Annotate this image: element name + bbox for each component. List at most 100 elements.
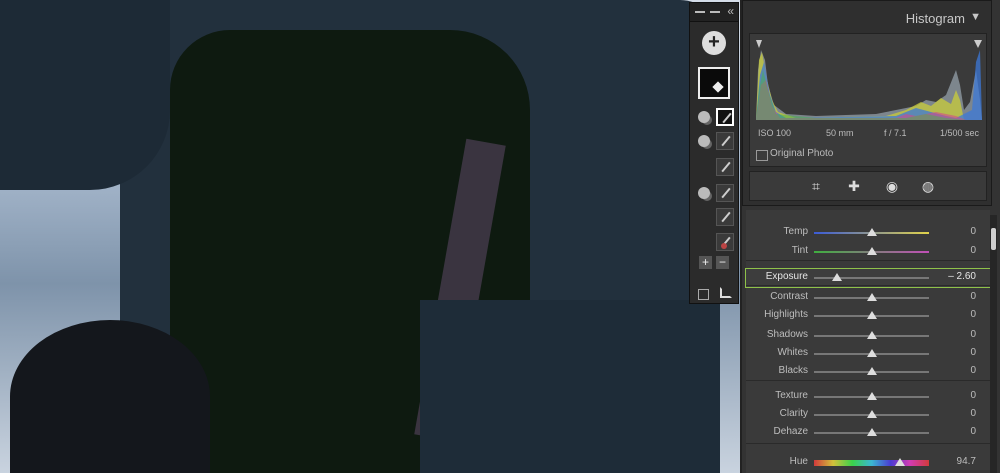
contrast-thumb[interactable]: [866, 293, 877, 301]
mask-thumbnail[interactable]: [698, 67, 730, 99]
slider-hue[interactable]: Hue 94.7: [746, 454, 990, 472]
mask-overlay-icon: [698, 135, 710, 147]
brush-icon[interactable]: [716, 132, 734, 150]
texture-value[interactable]: 0: [926, 390, 976, 401]
add-mask-component-button[interactable]: +: [699, 256, 712, 269]
temp-thumb[interactable]: [866, 228, 877, 236]
add-mask-button[interactable]: +: [702, 31, 726, 55]
highlights-value[interactable]: 0: [926, 309, 976, 320]
crop-icon[interactable]: ⌗: [808, 178, 824, 194]
mask-panel-header: «: [690, 3, 738, 22]
slider-temp[interactable]: Temp 0: [746, 224, 990, 242]
subtract-mask-component-button[interactable]: −: [716, 256, 729, 269]
slider-whites[interactable]: Whites 0: [746, 345, 990, 363]
tool-strip: ⌗ ✚ ◉ ◍: [749, 171, 987, 201]
histogram-magenta: [756, 80, 966, 120]
dehaze-value[interactable]: 0: [926, 426, 976, 437]
highlights-label: Highlights: [764, 309, 808, 320]
hue-track[interactable]: [814, 460, 929, 466]
shadows-thumb[interactable]: [866, 331, 877, 339]
clarity-thumb[interactable]: [866, 410, 877, 418]
exposure-thumb[interactable]: [832, 273, 842, 281]
texture-thumb[interactable]: [866, 392, 877, 400]
masking-icon[interactable]: ◍: [920, 178, 936, 194]
blacks-thumb[interactable]: [866, 367, 877, 375]
develop-panel: Histogram ▼ ISO 100 50 mm f / 7.1 1/500 …: [740, 0, 1000, 473]
blacks-value[interactable]: 0: [926, 365, 976, 376]
histogram-title[interactable]: Histogram: [906, 11, 965, 26]
original-photo-label[interactable]: Original Photo: [770, 148, 833, 159]
mask-row-4[interactable]: [694, 183, 736, 205]
hue-label: Hue: [789, 456, 808, 467]
section-divider: [746, 260, 990, 261]
double-chevron-left-icon[interactable]: «: [727, 4, 734, 18]
whites-thumb[interactable]: [866, 349, 877, 357]
mask-row-6[interactable]: [694, 232, 736, 254]
brush-erase-icon[interactable]: [716, 233, 734, 251]
tint-label: Tint: [791, 245, 808, 256]
shadow-clipping-icon: [756, 40, 762, 48]
hue-value[interactable]: 94.7: [926, 456, 976, 467]
photo-rope: [10, 320, 210, 473]
temp-value[interactable]: 0: [926, 226, 976, 237]
collapse-triangle-icon[interactable]: ▼: [970, 11, 981, 23]
brush-icon[interactable]: [716, 158, 734, 176]
temp-label: Temp: [783, 226, 808, 237]
photo-arm: [0, 0, 170, 190]
histogram-graph: [756, 40, 982, 120]
slider-clarity[interactable]: Clarity 0: [746, 406, 990, 424]
panel-scrollbar-thumb[interactable]: [991, 228, 996, 250]
slider-blacks[interactable]: Blacks 0: [746, 363, 990, 381]
slider-texture[interactable]: Texture 0: [746, 388, 990, 406]
focal-length-readout: 50 mm: [826, 128, 854, 138]
aperture-readout: f / 7.1: [884, 128, 907, 138]
brush-icon[interactable]: [716, 208, 734, 226]
minimize-icon[interactable]: [710, 11, 720, 13]
contrast-label: Contrast: [770, 291, 808, 302]
exposure-label: Exposure: [765, 271, 808, 282]
shadows-value[interactable]: 0: [926, 329, 976, 340]
adjustment-sliders: Temp 0 Tint 0 Exposure – 2.60 Contrast 0 Highlig…: [745, 210, 991, 473]
photo-lower-jacket: [420, 300, 720, 473]
mask-row-3[interactable]: [694, 157, 736, 179]
slider-contrast[interactable]: Contrast 0: [746, 289, 990, 307]
slider-highlights[interactable]: Highlights 0: [746, 307, 990, 325]
clarity-label: Clarity: [779, 408, 808, 419]
mask-row-5[interactable]: [694, 207, 736, 229]
clarity-value[interactable]: 0: [926, 408, 976, 419]
overlay-settings-icon[interactable]: [720, 287, 732, 298]
histogram-area[interactable]: ISO 100 50 mm f / 7.1 1/500 sec Original…: [749, 33, 987, 167]
photo-canvas[interactable]: [0, 0, 740, 473]
hue-thumb[interactable]: [895, 458, 906, 466]
whites-label: Whites: [777, 347, 808, 358]
red-eye-icon[interactable]: ◉: [884, 178, 900, 194]
dehaze-label: Dehaze: [773, 426, 808, 437]
slider-tint[interactable]: Tint 0: [746, 243, 990, 261]
original-photo-checkbox[interactable]: [756, 150, 768, 161]
tint-value[interactable]: 0: [926, 245, 976, 256]
mask-row-1[interactable]: [694, 107, 736, 129]
mask-row-2[interactable]: [694, 131, 736, 153]
shadows-label: Shadows: [766, 329, 808, 340]
highlights-thumb[interactable]: [866, 311, 877, 319]
tint-thumb[interactable]: [866, 247, 877, 255]
brush-icon[interactable]: [716, 108, 734, 126]
brush-icon[interactable]: [716, 184, 734, 202]
mask-overlay-icon: [698, 187, 710, 199]
histogram-panel: Histogram ▼ ISO 100 50 mm f / 7.1 1/500 …: [742, 0, 992, 206]
healing-icon[interactable]: ✚: [846, 178, 862, 194]
dehaze-thumb[interactable]: [866, 428, 877, 436]
slider-dehaze[interactable]: Dehaze 0: [746, 424, 990, 442]
section-divider: [746, 443, 990, 444]
panel-scrollbar[interactable]: [990, 215, 997, 473]
whites-value[interactable]: 0: [926, 347, 976, 358]
slider-shadows[interactable]: Shadows 0: [746, 327, 990, 345]
section-divider: [746, 285, 990, 286]
collapse-icon[interactable]: [695, 11, 705, 13]
contrast-value[interactable]: 0: [926, 291, 976, 302]
show-overlay-checkbox[interactable]: [698, 289, 709, 300]
mask-overlay-icon: [698, 111, 710, 123]
blacks-label: Blacks: [778, 365, 808, 376]
exposure-value[interactable]: – 2.60: [926, 271, 976, 282]
iso-readout: ISO 100: [758, 128, 792, 138]
